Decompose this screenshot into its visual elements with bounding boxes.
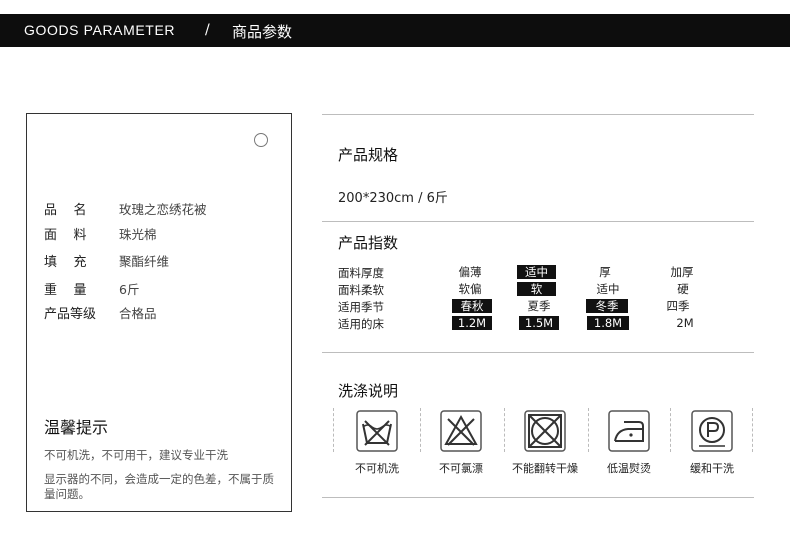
index-option-selected: 1.5M: [519, 316, 559, 330]
index-option-selected: 适中: [517, 265, 556, 279]
card-row-value: 玫瑰之恋绣花被: [119, 202, 207, 217]
card-row-value: 聚酯纤维: [119, 254, 170, 269]
index-option-selected: 春秋: [452, 299, 492, 313]
index-option: 适中: [596, 282, 620, 296]
dotted-divider: [333, 408, 334, 452]
card-row-key: 重 量: [44, 283, 87, 298]
wash-item: 不可氯漂: [421, 408, 501, 478]
divider: [322, 497, 754, 498]
no-bleach-icon: [440, 410, 482, 452]
no-machine-wash-icon: [356, 410, 398, 452]
no-tumble-dry-icon: [524, 410, 566, 452]
wash-title: 洗涤说明: [338, 382, 399, 400]
tag-hole-icon: [254, 133, 268, 147]
dotted-divider: [752, 408, 753, 452]
index-option-selected: 1.2M: [452, 316, 492, 330]
card-row-value: 珠光棉: [119, 227, 157, 242]
spec-title: 产品规格: [338, 146, 399, 164]
wash-item: 低温熨烫: [589, 408, 669, 478]
low-iron-icon: [608, 410, 650, 452]
index-option: 硬: [677, 282, 689, 296]
index-option-selected: 软: [517, 282, 556, 296]
card-row-key: 填 充: [44, 255, 87, 270]
index-option-selected: 1.8M: [587, 316, 629, 330]
wash-item: 缓和干洗: [672, 408, 752, 478]
wash-item: 不可机洗: [337, 408, 417, 478]
tip-line: 不可机洗，不可用干，建议专业干洗: [44, 448, 228, 462]
index-title: 产品指数: [338, 234, 399, 252]
header-separator: /: [205, 22, 210, 38]
dry-clean-p-icon: [691, 410, 733, 452]
wash-item: 不能翻转干燥: [505, 408, 585, 478]
card-row-value: 6斤: [119, 282, 140, 297]
card-row-key: 品 名: [44, 203, 87, 218]
tip-title: 温馨提示: [44, 418, 109, 437]
index-option: 2M: [676, 316, 694, 330]
header-title-cn: 商品参数: [232, 23, 293, 41]
index-row-label: 面料柔软: [338, 283, 384, 297]
index-row-label: 适用季节: [338, 300, 384, 314]
dotted-divider: [670, 408, 671, 452]
index-option: 夏季: [527, 299, 551, 313]
header-title-en: GOODS PARAMETER: [24, 22, 176, 38]
tip-line: 显示器的不同，会造成一定的色差，不属于质量问题。: [44, 472, 274, 501]
card-row-key: 面 料: [44, 228, 87, 243]
index-option: 软偏: [458, 282, 482, 296]
index-option-selected: 冬季: [586, 299, 628, 313]
index-option: 加厚: [670, 265, 694, 279]
divider: [322, 221, 754, 222]
index-row-label: 面料厚度: [338, 266, 384, 280]
index-option: 偏薄: [458, 265, 482, 279]
index-row-label: 适用的床: [338, 317, 384, 331]
card-row-value: 合格品: [119, 306, 157, 321]
divider: [322, 352, 754, 353]
spec-value: 200*230cm / 6斤: [338, 191, 448, 206]
card-row-key: 产品等级: [44, 307, 97, 322]
divider: [322, 114, 754, 115]
product-tag-card: 品 名 玫瑰之恋绣花被 面 料 珠光棉 填 充 聚酯纤维 重 量 6斤 产品等级…: [26, 113, 292, 512]
index-option: 四季: [666, 299, 690, 313]
index-option: 厚: [599, 265, 611, 279]
page-header: GOODS PARAMETER / 商品参数: [0, 14, 790, 47]
wash-label: 缓和干洗: [690, 462, 734, 475]
